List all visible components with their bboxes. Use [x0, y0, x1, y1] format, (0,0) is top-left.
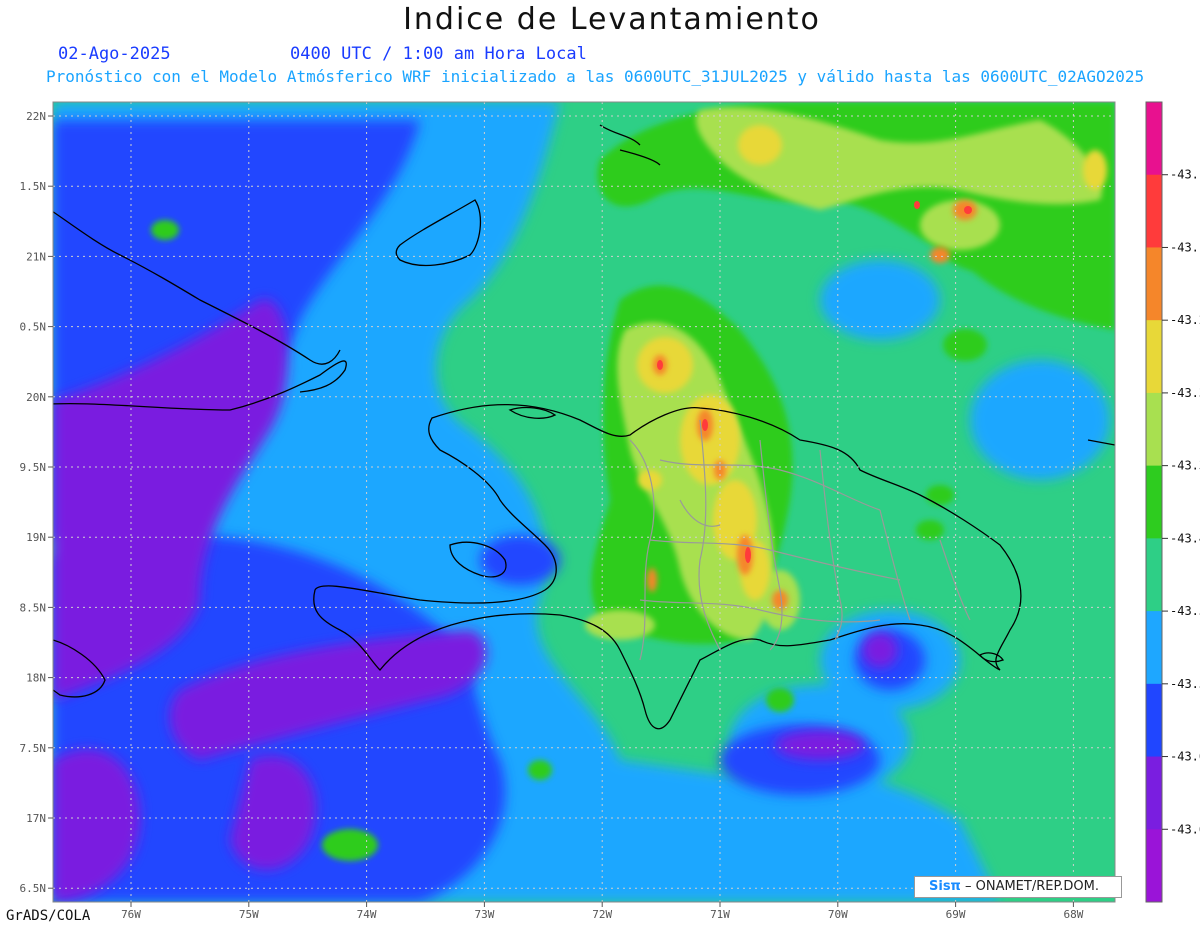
colorbar-label: -43.1: [1170, 168, 1200, 182]
lat-tick-label: 17N: [26, 812, 46, 825]
lon-tick-label: 68W: [1063, 908, 1083, 921]
colorbar-label: -43.5: [1170, 604, 1200, 618]
colorbar-swatch: [1146, 247, 1162, 321]
lon-tick-label: 72W: [592, 908, 612, 921]
lon-tick-label: 76W: [121, 908, 141, 921]
map-figure: 22N 1.5N 21N 0.5N 20N 9.5N 19N 8.5N 18N 7.5N 17N 6.…: [20, 101, 1200, 921]
lon-tick-label: 70W: [828, 908, 848, 921]
colorbar-label: -43.2: [1170, 313, 1200, 327]
lon-tick-label: 71W: [710, 908, 730, 921]
credit-box-text: – ONAMET/REP.DOM.: [960, 879, 1099, 894]
lat-tick-label: 22N: [26, 110, 46, 123]
grads-credit: GrADS/COLA: [6, 908, 91, 924]
colorbar-swatch: [1146, 611, 1162, 685]
lat-tick-label: 0.5N: [20, 321, 47, 334]
colorbar-label: -43.3: [1170, 386, 1200, 400]
colorbar-swatch: [1146, 102, 1162, 176]
lat-tick-label: 9.5N: [20, 461, 47, 474]
colorbar-label: -43.5: [1170, 677, 1200, 691]
colorbar-swatch: [1146, 320, 1162, 394]
longitude-axis: 76W 75W 74W 73W 72W 71W 70W 69W 68W: [121, 902, 1084, 921]
colorbar-label: -43.6: [1170, 750, 1200, 764]
lon-tick-label: 75W: [239, 908, 259, 921]
credit-box: Sisπ – ONAMET/REP.DOM.: [914, 876, 1122, 898]
colorbar-swatch: [1146, 756, 1162, 830]
colorbar-label: -43.1: [1170, 240, 1200, 254]
colorbar-swatch: [1146, 174, 1162, 248]
lat-tick-label: 7.5N: [20, 742, 47, 755]
lon-tick-label: 74W: [357, 908, 377, 921]
colorbar-swatch: [1146, 538, 1162, 612]
lat-tick-label: 21N: [26, 250, 46, 263]
lon-tick-label: 73W: [474, 908, 494, 921]
lon-tick-label: 69W: [946, 908, 966, 921]
lat-tick-label: 6.5N: [20, 882, 47, 895]
lat-tick-label: 1.5N: [20, 180, 47, 193]
lat-tick-label: 8.5N: [20, 601, 47, 614]
colorbar-label: -43.3: [1170, 459, 1200, 473]
lat-tick-label: 19N: [26, 531, 46, 544]
lat-tick-label: 20N: [26, 391, 46, 404]
colorbar-label: -43.4: [1170, 531, 1200, 545]
colorbar-swatch: [1146, 392, 1162, 467]
colorbar-swatch: [1146, 829, 1162, 903]
lat-tick-label: 18N: [26, 672, 46, 685]
latitude-axis: 22N 1.5N 21N 0.5N 20N 9.5N 19N 8.5N 18N 7.5N 17N 6.…: [20, 110, 53, 895]
colorbar-label: -43.6: [1170, 822, 1200, 836]
colorbar-swatch: [1146, 683, 1162, 758]
colorbar-swatch: [1146, 465, 1162, 539]
colorbar: -43.1 -43.1 -43.2 -43.3 -43.3 -43.4 -43.5 -43.5…: [1145, 101, 1200, 903]
sispi-logo: Sisπ: [929, 879, 961, 894]
